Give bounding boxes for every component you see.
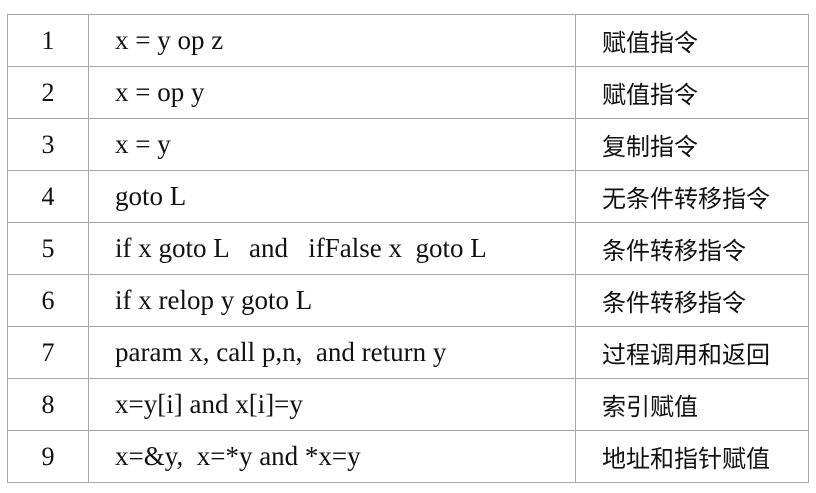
- row-number: 4: [7, 170, 89, 223]
- instruction-form: goto L: [88, 170, 576, 223]
- instruction-form: if x relop y goto L: [88, 274, 576, 327]
- table-row: 1 x = y op z 赋值指令: [7, 14, 809, 67]
- table-row: 7 param x, call p,n, and return y 过程调用和返…: [7, 326, 809, 379]
- instruction-description: 无条件转移指令: [575, 170, 809, 223]
- instruction-form: if x goto L and ifFalse x goto L: [88, 222, 576, 275]
- instruction-description: 复制指令: [575, 118, 809, 171]
- table-row: 4 goto L 无条件转移指令: [7, 170, 809, 223]
- row-number: 1: [7, 14, 89, 67]
- instruction-description: 赋值指令: [575, 14, 809, 67]
- table-row: 6 if x relop y goto L 条件转移指令: [7, 274, 809, 327]
- instruction-form: x = op y: [88, 66, 576, 119]
- row-number: 7: [7, 326, 89, 379]
- instruction-table-container: 1 x = y op z 赋值指令 2 x = op y 赋值指令 3 x = …: [7, 14, 809, 483]
- instruction-description: 条件转移指令: [575, 274, 809, 327]
- instruction-description: 过程调用和返回: [575, 326, 809, 379]
- table-row: 3 x = y 复制指令: [7, 118, 809, 171]
- instruction-form: x=y[i] and x[i]=y: [88, 378, 576, 431]
- table-row: 9 x=&y, x=*y and *x=y 地址和指针赋值: [7, 430, 809, 483]
- table-row: 8 x=y[i] and x[i]=y 索引赋值: [7, 378, 809, 431]
- three-address-instruction-table: 1 x = y op z 赋值指令 2 x = op y 赋值指令 3 x = …: [7, 14, 809, 483]
- instruction-description: 地址和指针赋值: [575, 430, 809, 483]
- instruction-form: x = y: [88, 118, 576, 171]
- instruction-description: 赋值指令: [575, 66, 809, 119]
- row-number: 9: [7, 430, 89, 483]
- table-row: 2 x = op y 赋值指令: [7, 66, 809, 119]
- table-row: 5 if x goto L and ifFalse x goto L 条件转移指…: [7, 222, 809, 275]
- row-number: 5: [7, 222, 89, 275]
- instruction-description: 条件转移指令: [575, 222, 809, 275]
- instruction-form: param x, call p,n, and return y: [88, 326, 576, 379]
- instruction-form: x=&y, x=*y and *x=y: [88, 430, 576, 483]
- row-number: 3: [7, 118, 89, 171]
- row-number: 6: [7, 274, 89, 327]
- instruction-description: 索引赋值: [575, 378, 809, 431]
- row-number: 2: [7, 66, 89, 119]
- instruction-form: x = y op z: [88, 14, 576, 67]
- row-number: 8: [7, 378, 89, 431]
